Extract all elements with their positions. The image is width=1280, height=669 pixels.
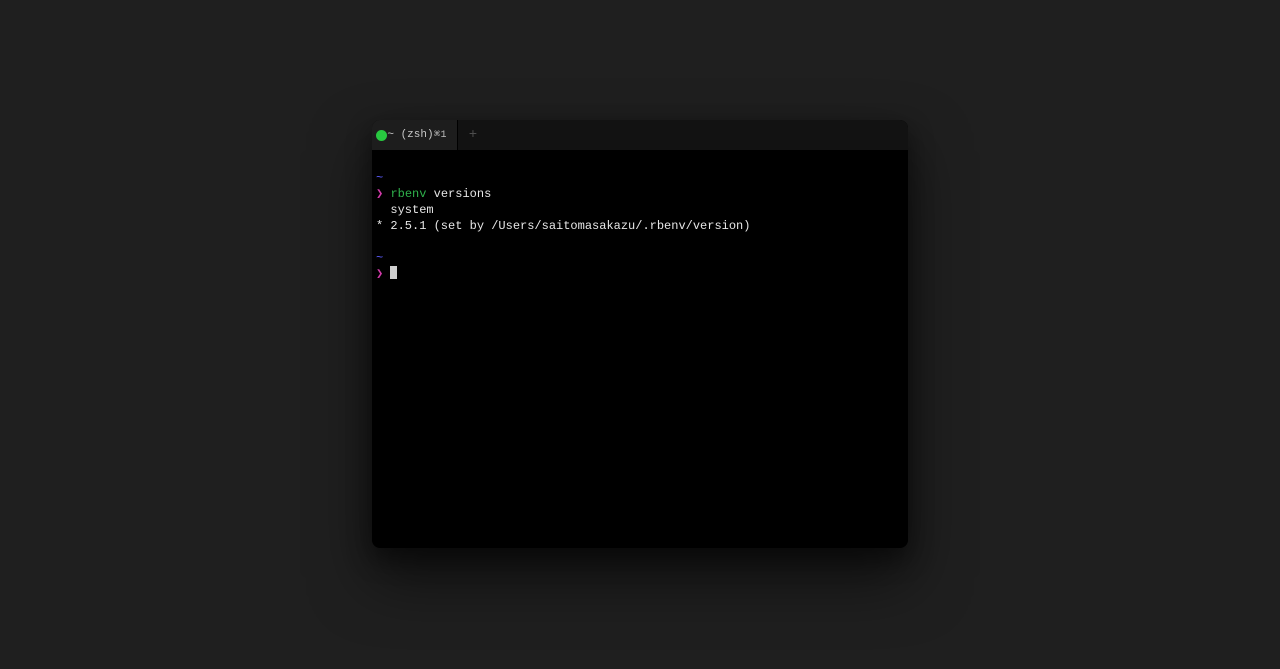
- traffic-lights: [372, 130, 387, 141]
- prompt-char: ❯: [376, 187, 383, 201]
- cwd-marker: ~: [376, 251, 383, 265]
- tab-shortcut: ⌘1: [434, 129, 447, 141]
- cursor-icon: [390, 266, 397, 279]
- tab-current[interactable]: ~ (zsh) ⌘1: [372, 120, 458, 150]
- prompt-char: ❯: [376, 267, 383, 281]
- command-args: versions: [426, 187, 491, 201]
- terminal-body[interactable]: ~ ❯ rbenv versions system * 2.5.1 (set b…: [372, 150, 908, 548]
- plus-icon: +: [469, 127, 477, 143]
- new-tab-button[interactable]: +: [458, 120, 488, 150]
- tab-title: ~ (zsh): [387, 129, 434, 141]
- output-line: * 2.5.1 (set by /Users/saitomasakazu/.rb…: [376, 219, 750, 233]
- command-executable: rbenv: [390, 187, 426, 201]
- cwd-marker: ~: [376, 171, 383, 185]
- zoom-dot-icon[interactable]: [376, 130, 387, 141]
- titlebar: ~ (zsh) ⌘1 +: [372, 120, 908, 150]
- output-line: system: [376, 203, 434, 217]
- terminal-window: ~ (zsh) ⌘1 + ~ ❯ rbenv versions system *…: [372, 120, 908, 548]
